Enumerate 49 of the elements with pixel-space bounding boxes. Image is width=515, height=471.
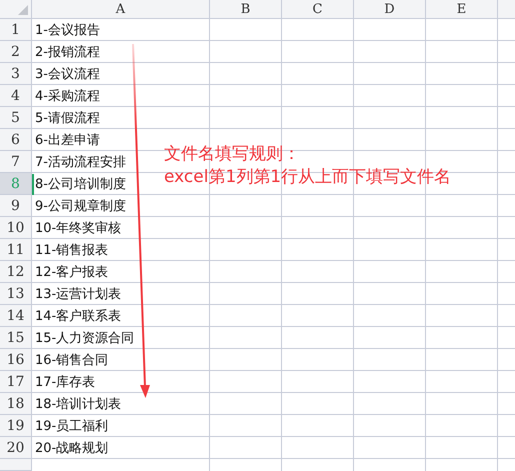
table-cell[interactable]: 4-采购流程 [32,86,100,106]
table-cell[interactable]: 16-销售合同 [32,350,108,370]
row-header[interactable]: 1 [0,19,32,41]
row-header[interactable]: 13 [0,283,32,305]
row-header[interactable]: 4 [0,85,32,107]
table-cell[interactable]: 6-出差申请 [32,130,100,150]
row-header[interactable]: 12 [0,261,32,283]
row-header[interactable]: 17 [0,371,32,393]
table-cell[interactable]: 7-活动流程安排 [32,152,126,172]
table-cell[interactable]: 12-客户报表 [32,262,108,282]
annotation-title: 文件名填写规则： [164,143,301,166]
table-cell[interactable]: 8-公司培训制度 [32,174,126,194]
table-cell[interactable]: 17-库存表 [32,372,96,392]
row-header[interactable]: 7 [0,151,32,173]
table-cell[interactable]: 2-报销流程 [32,42,100,62]
column-header[interactable]: B [210,0,282,19]
row-header[interactable]: 5 [0,107,32,129]
row-header[interactable]: 15 [0,327,32,349]
annotation-text: excel第1列第1行从上而下填写文件名 [164,166,452,189]
select-all-corner[interactable] [0,0,32,19]
table-cell[interactable]: 18-培训计划表 [32,394,122,414]
row-header[interactable]: 14 [0,305,32,327]
select-all-icon[interactable] [18,5,28,15]
row-header[interactable]: 6 [0,129,32,151]
table-cell[interactable]: 19-员工福利 [32,416,108,436]
table-cell[interactable]: 13-运营计划表 [32,284,122,304]
table-cell[interactable]: 9-公司规章制度 [32,196,126,216]
row-header[interactable]: 9 [0,195,32,217]
row-header[interactable]: 10 [0,217,32,239]
row-header[interactable]: 18 [0,393,32,415]
table-cell[interactable]: 14-客户联系表 [32,306,122,326]
table-cell[interactable]: 10-年终奖审核 [32,218,122,238]
row-header[interactable]: 11 [0,239,32,261]
table-cell[interactable]: 20-战略规划 [32,438,108,458]
row-header[interactable]: 19 [0,415,32,437]
row-header[interactable]: 2 [0,41,32,63]
column-header[interactable]: D [354,0,426,19]
table-cell[interactable]: 11-销售报表 [32,240,108,260]
row-header[interactable] [0,459,32,471]
table-cell[interactable]: 1-会议报告 [32,20,100,40]
column-header[interactable]: E [426,0,498,19]
table-cell[interactable]: 5-请假流程 [32,108,100,128]
table-cell[interactable]: 15-人力资源合同 [32,328,134,348]
row-header[interactable]: 3 [0,63,32,85]
column-header[interactable]: C [282,0,354,19]
row-header[interactable]: 20 [0,437,32,459]
row-header[interactable]: 16 [0,349,32,371]
table-cell[interactable]: 3-会议流程 [32,64,100,84]
column-header[interactable]: A [32,0,210,19]
